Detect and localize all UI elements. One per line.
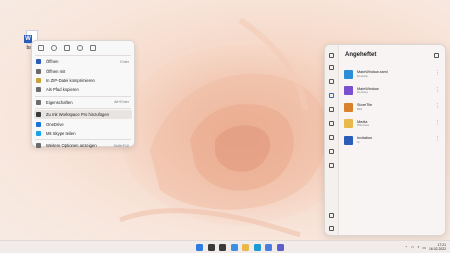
- store-icon[interactable]: [265, 244, 272, 251]
- pinned-item-location: Windows: [357, 123, 370, 128]
- teams-icon[interactable]: [276, 244, 284, 251]
- pin-icon[interactable]: [329, 93, 334, 98]
- file-explorer-icon[interactable]: [242, 244, 249, 251]
- context-menu-item[interactable]: Öffnen mit: [32, 66, 134, 75]
- chevron-up-icon[interactable]: ⌃: [405, 245, 408, 250]
- context-menu: Öffnen Enter Öffnen mit In ZIP-Datei kompri…: [31, 40, 135, 150]
- search-icon[interactable]: [207, 244, 215, 251]
- panel-title: Angeheftet: [345, 52, 377, 58]
- context-menu-item-label: Öffnen: [46, 59, 59, 65]
- clock-date: 16.02.2022: [429, 247, 446, 252]
- widgets-icon[interactable]: [230, 244, 238, 251]
- context-menu-item-label: Mit Skype teilen: [46, 130, 76, 136]
- system-tray: ⌃ ◠ ◖ ▭ 17:21 16.02.2022: [405, 243, 446, 251]
- pinned-item[interactable]: Media Windows ⋮: [344, 116, 443, 133]
- pinned-item-location: Desktop: [357, 90, 369, 95]
- context-menu-item-label: OneDrive: [46, 121, 64, 127]
- context-menu-item[interactable]: Eigenschaften Alt+Enter: [32, 98, 134, 107]
- edge-icon[interactable]: [253, 244, 261, 251]
- grid-icon[interactable]: [329, 53, 334, 58]
- shortcut-hint: Shift+F10: [113, 143, 129, 148]
- pinned-item-location: Desktop: [357, 73, 369, 78]
- pinned-list: MainWindow.xaml Desktop ⋮ MainWindow Desktop…: [344, 66, 443, 149]
- more-options-icon: [36, 143, 41, 149]
- context-menu-item[interactable]: Als Pfad kopieren: [32, 85, 134, 94]
- context-menu-item-label: In ZIP-Datei komprimieren: [46, 77, 95, 83]
- more-options-icon[interactable]: ⋮: [435, 104, 440, 109]
- xaml-file-icon: [344, 69, 353, 79]
- pen-icon: [36, 112, 41, 118]
- context-menu-item[interactable]: Öffnen Enter: [32, 57, 134, 66]
- open-with-icon: [36, 68, 41, 74]
- clock-icon[interactable]: [329, 107, 334, 112]
- menu-divider: [35, 107, 131, 109]
- panel-layout-icon[interactable]: [434, 53, 439, 58]
- context-menu-item[interactable]: Weitere Optionen anzeigen Shift+F10: [32, 141, 134, 150]
- speaker-icon[interactable]: ◖: [417, 245, 419, 249]
- settings-icon[interactable]: [329, 213, 334, 218]
- context-menu-item[interactable]: OneDrive: [32, 119, 134, 128]
- context-menu-item[interactable]: Zu Ink Workspace Pro hinzufügen: [34, 109, 132, 120]
- context-menu-item[interactable]: In ZIP-Datei komprimieren: [32, 76, 134, 85]
- context-menu-item-label: Zu Ink Workspace Pro hinzufügen: [46, 112, 110, 118]
- pinned-item[interactable]: MainWindow Desktop ⋮: [344, 83, 443, 100]
- context-menu-toolbar: [32, 41, 134, 54]
- context-menu-item-label: Eigenschaften: [46, 99, 73, 105]
- skype-icon: [36, 130, 41, 136]
- pinned-item[interactable]: StoreTile Bild ⋮: [344, 99, 443, 116]
- image-file-icon: [344, 102, 353, 112]
- context-menu-item[interactable]: Mit Skype teilen: [32, 129, 134, 138]
- menu-divider: [35, 55, 131, 56]
- rename-icon[interactable]: [64, 44, 70, 51]
- menu-divider: [35, 95, 131, 97]
- panel-rail: [325, 45, 339, 235]
- context-menu-item-label: Öffnen mit: [46, 68, 66, 74]
- wifi-icon[interactable]: ◠: [411, 245, 414, 250]
- pinned-panel: Angeheftet MainWindow.xaml Desktop ⋮ MainWi…: [324, 44, 446, 236]
- onedrive-icon: [36, 121, 41, 127]
- history-icon[interactable]: [329, 121, 334, 126]
- bulb-icon[interactable]: [329, 149, 334, 154]
- info-icon[interactable]: [329, 226, 334, 231]
- cloud-icon[interactable]: [329, 163, 334, 168]
- clock[interactable]: 17:21 16.02.2022: [429, 243, 446, 251]
- cut-icon[interactable]: [38, 44, 44, 51]
- taskbar-apps: [196, 244, 284, 251]
- pinned-item[interactable]: Invitation G: ⋮: [344, 132, 443, 149]
- task-view-icon[interactable]: [219, 244, 226, 251]
- context-menu-item-label: Weitere Optionen anzeigen: [46, 143, 97, 149]
- word-file-icon: [344, 135, 353, 145]
- more-options-icon[interactable]: ⋮: [435, 71, 440, 76]
- more-options-icon[interactable]: ⋮: [435, 87, 440, 93]
- pinned-item-location: G:: [357, 139, 361, 144]
- copy-icon[interactable]: [51, 44, 57, 51]
- menu-divider: [35, 139, 131, 141]
- zip-icon: [36, 77, 41, 83]
- more-options-icon[interactable]: ⋮: [435, 120, 440, 126]
- star-icon[interactable]: [329, 79, 334, 84]
- properties-icon: [36, 99, 41, 105]
- taskbar: ⌃ ◠ ◖ ▭ 17:21 16.02.2022: [0, 240, 450, 253]
- delete-icon[interactable]: [90, 44, 96, 51]
- share-icon[interactable]: [77, 44, 83, 51]
- pinned-item-location: Bild: [357, 106, 363, 111]
- folder-icon: [344, 119, 353, 129]
- shortcut-hint: Alt+Enter: [114, 100, 129, 105]
- home-icon[interactable]: [329, 65, 334, 70]
- pinned-item[interactable]: MainWindow.xaml Desktop ⋮: [344, 66, 443, 83]
- word-icon: [36, 59, 41, 65]
- code-file-icon: [344, 86, 353, 96]
- clipboard-icon[interactable]: [329, 135, 334, 140]
- path-icon: [36, 87, 41, 93]
- more-options-icon[interactable]: ⋮: [435, 137, 440, 142]
- battery-icon[interactable]: ▭: [422, 245, 426, 250]
- start-icon[interactable]: [196, 244, 203, 251]
- shortcut-hint: Enter: [120, 59, 129, 64]
- context-menu-item-label: Als Pfad kopieren: [46, 87, 79, 93]
